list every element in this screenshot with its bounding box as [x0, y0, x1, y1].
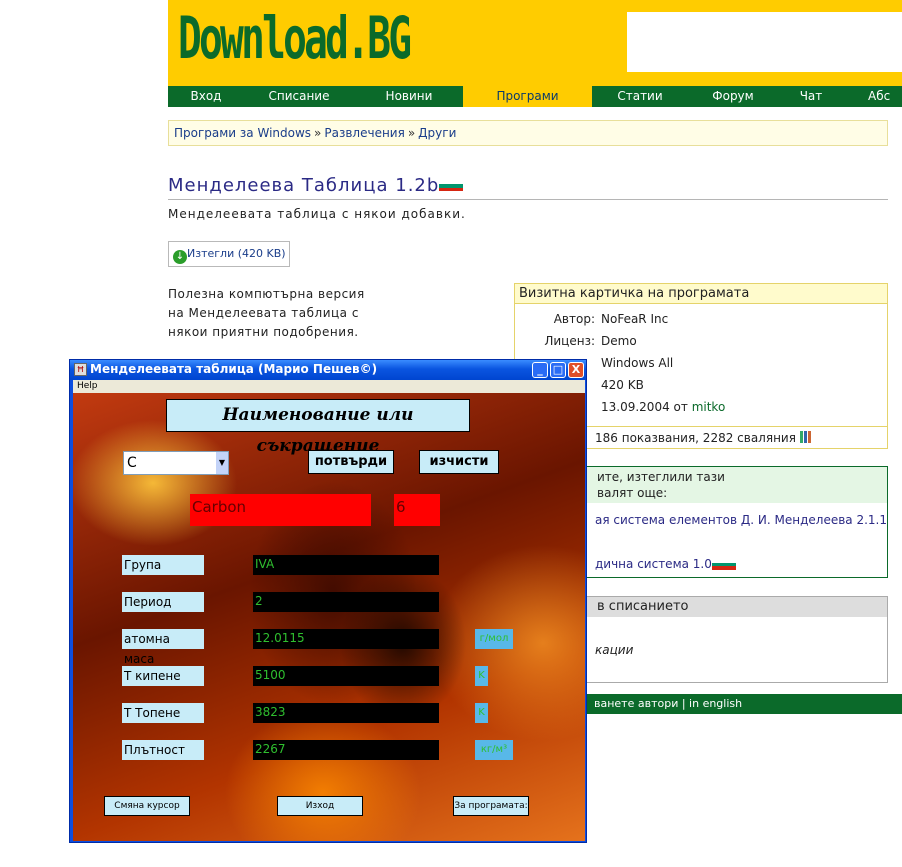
card-value-os: Windows All: [601, 356, 674, 370]
field-label-melting-point: Т Топене: [122, 703, 204, 723]
app-icon[interactable]: Ħ: [74, 363, 87, 376]
field-value-period: 2: [253, 592, 439, 612]
app-title: Менделеевата таблица (Марио Пешев©): [90, 362, 378, 376]
field-label-boiling-point: Т кипене: [122, 666, 204, 686]
field-unit-boiling-point: K: [475, 666, 488, 686]
field-label-period: Период: [122, 592, 204, 612]
app-client-area: Наименование или съкращение C ▼ потвърди…: [73, 393, 585, 841]
nav-item-articles[interactable]: Статии: [592, 86, 688, 107]
breadcrumb-separator: »: [407, 126, 416, 140]
program-subtitle: Менделеевата таблица с някои добавки.: [168, 207, 466, 221]
chevron-down-icon[interactable]: ▼: [216, 452, 228, 474]
field-label-atomic-mass: атомна маса: [122, 629, 204, 666]
bulgarian-flag-icon: [439, 180, 464, 192]
field-unit-density: кг/м³: [475, 740, 513, 760]
minimize-button[interactable]: _: [532, 362, 548, 378]
program-description: Полезна компютърна версия на Менделееват…: [168, 287, 365, 339]
breadcrumb-entertainment[interactable]: Развлечения: [324, 126, 404, 140]
nav-item-subscribe[interactable]: Абс: [868, 86, 902, 107]
nav-item-magazine[interactable]: Списание: [244, 86, 354, 107]
nav-item-login[interactable]: Вход: [168, 86, 244, 107]
element-select-value: C: [127, 455, 137, 471]
also-link-label: дична система 1.0: [595, 557, 712, 571]
field-value-density: 2267: [253, 740, 439, 760]
card-value-date: 13.09.2004 от mitko: [601, 400, 725, 414]
exit-button[interactable]: Изход: [277, 796, 363, 816]
card-label-author: Автор:: [553, 312, 595, 326]
card-date: 13.09.2004 от: [601, 400, 688, 414]
app-heading: Наименование или съкращение: [166, 399, 470, 456]
breadcrumb: Програми за Windows» Развлечения» Други: [168, 120, 888, 146]
clear-button[interactable]: изчисти: [419, 450, 499, 474]
download-button[interactable]: ↓ Изтегли (420 KB): [168, 241, 290, 267]
nav-item-chat[interactable]: Чат: [778, 86, 844, 107]
app-window: Ħ Менделеевата таблица (Марио Пешев©) _ …: [69, 359, 587, 843]
program-card-heading: Визитна картичка на програмата: [515, 284, 887, 304]
card-stats-text: 186 показвания, 2282 сваляния: [595, 431, 796, 445]
field-value-melting-point: 3823: [253, 703, 439, 723]
nav-item-news[interactable]: Новини: [354, 86, 464, 107]
card-value-size: 420 KB: [601, 378, 644, 392]
nav-item-programs[interactable]: Програми: [463, 86, 592, 107]
app-menubar: Help: [73, 380, 585, 393]
program-title-row: Менделеева Таблица 1.2b: [168, 175, 464, 196]
card-value-author: NoFeaR Inc: [601, 312, 669, 326]
uploader-link[interactable]: mitko: [692, 400, 726, 414]
breadcrumb-other[interactable]: Други: [418, 126, 456, 140]
menu-help[interactable]: Help: [77, 381, 98, 391]
breadcrumb-separator: »: [314, 126, 322, 140]
element-number-display: 6: [394, 494, 440, 526]
also-link-periodic-system-1[interactable]: дична система 1.0: [595, 557, 736, 571]
stats-chart-icon[interactable]: [799, 431, 816, 443]
magazine-link[interactable]: кации: [595, 643, 633, 657]
card-label-license: Лиценз:: [544, 334, 595, 348]
field-value-atomic-mass: 12.0115: [253, 629, 439, 649]
page: Download.BG Вход Списание Новини Програм…: [0, 0, 902, 867]
maximize-button[interactable]: □: [550, 362, 566, 378]
also-link-periodic-system[interactable]: ая система елементов Д. И. Менделеева 2.…: [595, 513, 887, 527]
title-divider: [168, 199, 888, 200]
main-nav: Вход Списание Новини Програми Статии Фор…: [168, 86, 902, 107]
element-name-display: Carbon: [190, 494, 371, 526]
banner-ad: [627, 12, 902, 72]
field-unit-atomic-mass: г/мол: [475, 629, 513, 649]
element-select[interactable]: C ▼: [123, 451, 229, 475]
close-button[interactable]: X: [568, 362, 584, 378]
breadcrumb-programs-windows[interactable]: Програми за Windows: [174, 126, 311, 140]
nav-item-forum[interactable]: Форум: [688, 86, 778, 107]
field-unit-melting-point: K: [475, 703, 488, 723]
field-label-group: Група: [122, 555, 204, 575]
program-title: Менделеева Таблица 1.2b: [168, 175, 440, 196]
field-value-boiling-point: 5100: [253, 666, 439, 686]
change-cursor-button[interactable]: Смяна курсор: [104, 796, 190, 816]
download-label: Изтегли (420 KB): [187, 247, 286, 260]
site-logo[interactable]: Download.BG: [178, 4, 412, 72]
app-titlebar[interactable]: Ħ Менделеевата таблица (Марио Пешев©) _ …: [70, 360, 586, 380]
field-label-density: Плътност: [122, 740, 204, 760]
card-value-license: Demo: [601, 334, 637, 348]
confirm-button[interactable]: потвърди: [308, 450, 394, 474]
about-button[interactable]: За програмата:: [453, 796, 529, 816]
bulgarian-flag-icon: [711, 559, 736, 570]
field-value-group: IVA: [253, 555, 439, 575]
download-arrow-icon: ↓: [173, 250, 187, 264]
